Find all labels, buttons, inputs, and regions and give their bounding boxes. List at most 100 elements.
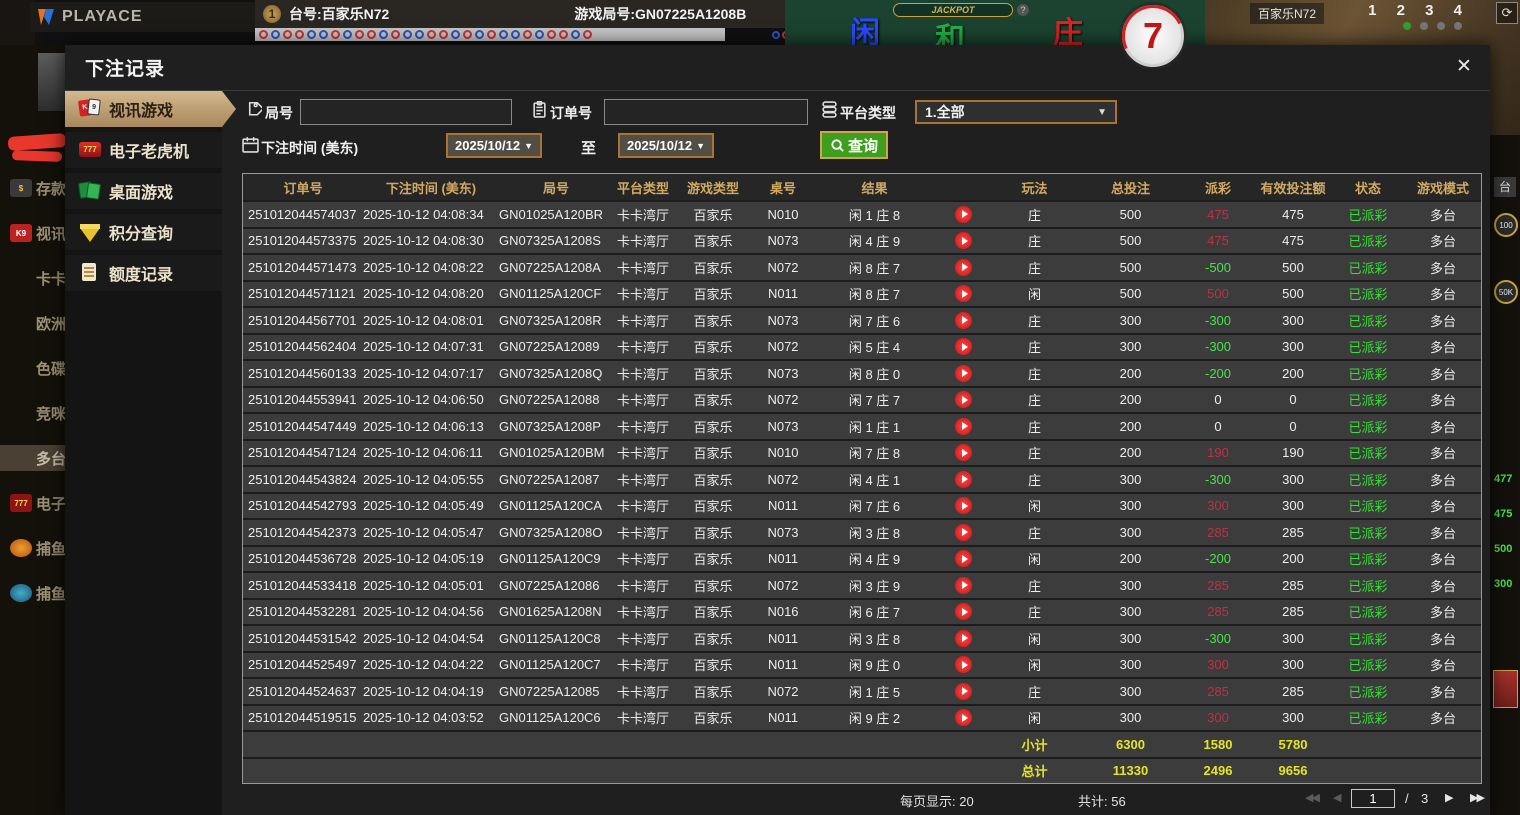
replay-play-icon[interactable]	[955, 497, 972, 515]
cell-valid-bet: 200	[1282, 365, 1304, 381]
bet-zone-banker: 庄	[1053, 17, 1083, 46]
cell-order-no: 251012044571473	[248, 259, 357, 275]
cell-payout: 285	[1207, 604, 1229, 620]
bg-menu-label: 捕鱼	[36, 585, 65, 603]
cell-table-no: N011	[767, 710, 799, 726]
cell-result: 闲 1 庄 8	[848, 207, 901, 223]
date-to-select[interactable]: 2025/10/12	[618, 133, 714, 158]
cell-payout: -500	[1204, 259, 1232, 275]
table-row: 251012044547124 2025-10-12 04:06:11 GN01…	[243, 438, 1481, 465]
platform-select[interactable]: 1.全部	[915, 100, 1117, 124]
table-row: 251012044553941 2025-10-12 04:06:50 GN07…	[243, 385, 1481, 412]
tab-table-games[interactable]: 桌面游戏	[65, 173, 222, 209]
replay-play-icon[interactable]	[955, 444, 972, 462]
cell-game-type: 百家乐	[693, 684, 733, 700]
cell-platform: 卡卡湾厅	[616, 234, 669, 250]
replay-play-icon[interactable]	[955, 338, 972, 356]
replay-play-icon[interactable]	[955, 258, 972, 276]
modal-title: 下注记录	[85, 59, 166, 80]
query-button[interactable]: 查询	[820, 131, 888, 159]
replay-play-icon[interactable]	[955, 285, 972, 303]
cell-valid-bet: 285	[1282, 524, 1304, 540]
bg-table-chip: 台	[1494, 177, 1516, 197]
replay-play-icon[interactable]	[955, 576, 972, 594]
close-icon[interactable]: ✕	[1452, 55, 1476, 79]
first-page-icon[interactable]: ◀◀	[1305, 791, 1320, 804]
page-input[interactable]	[1351, 789, 1395, 808]
cell-valid-bet: 300	[1282, 657, 1304, 673]
tab-quota-records[interactable]: 额度记录	[65, 255, 222, 291]
cell-replay	[936, 444, 991, 462]
cell-platform: 卡卡湾厅	[616, 552, 669, 568]
next-page-icon[interactable]: ▶	[1445, 791, 1454, 804]
cell-table-no: N073	[767, 233, 799, 249]
date-from-select[interactable]: 2025/10/12	[446, 133, 542, 158]
tab-video-games[interactable]: K9 视讯游戏	[65, 91, 236, 127]
cell-bet-side: 闲	[1027, 552, 1041, 568]
cell-result: 闲 9 庄 0	[848, 658, 901, 674]
cell-platform: 卡卡湾厅	[616, 366, 669, 382]
cell-game-mode: 多台	[1429, 313, 1456, 329]
cell-total-bet: 300	[1119, 498, 1142, 514]
cell-valid-bet: 300	[1282, 471, 1304, 487]
replay-play-icon[interactable]	[955, 629, 972, 647]
total-valid: 9656	[1278, 763, 1308, 779]
bg-menu-label: 卡卡湾	[36, 270, 65, 288]
cell-game-type: 百家乐	[693, 234, 733, 250]
cell-table-no: N072	[767, 683, 799, 699]
cell-valid-bet: 200	[1282, 551, 1304, 567]
replay-play-icon[interactable]	[955, 205, 972, 223]
replay-play-icon[interactable]	[955, 470, 972, 488]
cell-table-no: N010	[767, 445, 799, 461]
cell-round-no: GN07225A12089	[499, 339, 600, 355]
replay-play-icon[interactable]	[955, 523, 972, 541]
table-row: 251012044562404 2025-10-12 04:07:31 GN07…	[243, 332, 1481, 359]
replay-play-icon[interactable]	[955, 391, 972, 409]
cell-round-no: GN07225A12085	[499, 683, 600, 699]
cell-result: 闲 4 庄 9	[848, 234, 901, 250]
cell-total-bet: 500	[1119, 206, 1142, 222]
refresh-icon: ⟳	[1496, 2, 1518, 24]
replay-play-icon[interactable]	[955, 709, 972, 727]
replay-play-icon[interactable]	[955, 311, 972, 329]
table-row: 251012044533418 2025-10-12 04:05:01 GN07…	[243, 571, 1481, 598]
cell-game-mode: 多台	[1429, 499, 1456, 515]
cell-order-no: 251012044553941	[248, 392, 357, 408]
round-input[interactable]	[300, 99, 512, 125]
cell-table-no: N073	[767, 312, 799, 328]
prev-page-icon[interactable]: ◀	[1333, 791, 1342, 804]
table-row: 251012044542373 2025-10-12 04:05:47 GN07…	[243, 518, 1481, 545]
cell-replay	[936, 470, 991, 488]
cell-replay	[936, 205, 991, 223]
tab-points-query[interactable]: 积分查询	[65, 214, 222, 250]
replay-play-icon[interactable]	[955, 682, 972, 700]
replay-play-icon[interactable]	[955, 232, 972, 250]
replay-play-icon[interactable]	[955, 550, 972, 568]
order-input[interactable]	[604, 99, 808, 125]
cell-total-bet: 300	[1119, 524, 1142, 540]
table-games-icon	[77, 181, 102, 201]
cell-total-bet: 500	[1119, 286, 1142, 302]
replay-play-icon[interactable]	[955, 603, 972, 621]
table-row: 251012044542793 2025-10-12 04:05:49 GN01…	[243, 491, 1481, 518]
cell-total-bet: 200	[1119, 445, 1142, 461]
tab-slots[interactable]: 777 电子老虎机	[65, 132, 222, 168]
cell-total-bet: 300	[1119, 312, 1142, 328]
bg-promo-panel	[1493, 670, 1518, 708]
pagination-bar: 每页显示: 20 共计: 56 ◀◀ ◀ / 3 ▶ ▶▶	[65, 788, 1490, 812]
cell-result: 闲 4 庄 9	[848, 552, 901, 568]
cell-bet-side: 庄	[1027, 419, 1041, 435]
cell-table-no: N073	[767, 365, 799, 381]
clipboard-icon	[533, 101, 546, 118]
cell-total-bet: 300	[1119, 657, 1142, 673]
cell-replay	[936, 232, 991, 250]
cell-platform: 卡卡湾厅	[616, 711, 669, 727]
replay-play-icon[interactable]	[955, 417, 972, 435]
col-header: 订单号	[283, 180, 323, 196]
replay-play-icon[interactable]	[955, 656, 972, 674]
replay-play-icon[interactable]	[955, 364, 972, 382]
bg-menu-label: 欧洲厅	[36, 315, 65, 333]
last-page-icon[interactable]: ▶▶	[1470, 791, 1485, 804]
cell-result: 闲 3 庄 8	[848, 631, 901, 647]
bg-menu-item: K9视讯游戏	[0, 220, 65, 246]
